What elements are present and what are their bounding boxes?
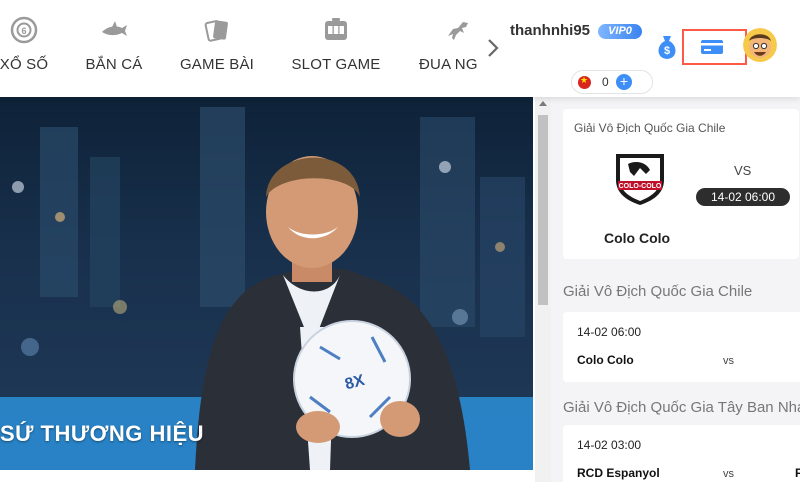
chevron-right-icon[interactable] <box>484 36 502 60</box>
card-button[interactable] <box>682 29 747 65</box>
match-time: 14-02 03:00 <box>577 438 642 452</box>
scroll-up-arrow-icon[interactable] <box>539 101 547 106</box>
shark-icon <box>102 21 127 36</box>
match-card[interactable]: 14-02 03:00 RCD Espanyol vs F <box>563 425 800 482</box>
credit-card-icon <box>701 40 723 54</box>
promo-banner[interactable]: 8X SỨ THƯƠNG HIỆU <box>0 97 533 470</box>
avatar[interactable] <box>743 28 777 62</box>
nav-label: XỔ SỐ <box>0 56 49 73</box>
featured-time: 14-02 06:00 <box>696 188 790 206</box>
vip-badge: VIP0 <box>598 24 642 39</box>
featured-match-card[interactable]: Giải Vô Địch Quốc Gia Chile COLO-COLO VS… <box>563 109 799 259</box>
top-bar: 6 XỔ SỐ BẮN CÁ GAME BÀI SLOT GAME ĐUA NG… <box>0 0 800 97</box>
match-card[interactable]: 14-02 06:00 Colo Colo vs <box>563 312 800 382</box>
section-title: Giải Vô Địch Quốc Gia Chile <box>563 283 753 300</box>
balance-pill: 0 + <box>571 70 653 94</box>
nav-item-xo-so[interactable]: 6 XỔ SỐ <box>0 0 52 97</box>
section-title: Giải Vô Địch Quốc Gia Tây Ban Nha <box>563 399 800 416</box>
match-vs: vs <box>723 468 734 480</box>
featured-vs: VS <box>734 163 752 178</box>
nav-item-ban-ca[interactable]: BẮN CÁ <box>80 0 148 97</box>
crest-text: COLO-COLO <box>619 183 662 190</box>
featured-league: Giải Vô Địch Quốc Gia Chile <box>574 121 726 135</box>
banner-tagline: SỨ THƯƠNG HIỆU <box>0 421 205 446</box>
scrollbar-thumb[interactable] <box>538 115 548 305</box>
banner-illustration: 8X <box>0 107 533 470</box>
nav-item-game-bai[interactable]: GAME BÀI <box>176 0 258 97</box>
racing-horse-icon <box>448 22 468 40</box>
money-bag-icon[interactable]: $ <box>654 33 680 61</box>
svg-text:$: $ <box>664 45 670 57</box>
username: thanhnhi95 <box>510 22 591 39</box>
home-team: RCD Espanyol <box>577 466 660 480</box>
nav-label: BẮN CÁ <box>85 56 143 73</box>
svg-text:6: 6 <box>21 26 26 36</box>
cards-icon <box>204 20 228 42</box>
nav-item-dua-ngua[interactable]: ĐUA NG <box>416 0 478 97</box>
slot-machine-icon <box>325 18 347 40</box>
nav-label: ĐUA NG <box>419 56 478 73</box>
vietnam-flag-icon <box>578 75 591 89</box>
featured-team: Colo Colo <box>604 230 671 246</box>
nav-item-slot-game[interactable]: SLOT GAME <box>286 0 386 97</box>
match-time: 14-02 06:00 <box>577 325 642 339</box>
home-team: Colo Colo <box>577 353 634 367</box>
balance-amount: 0 <box>602 75 609 89</box>
colo-colo-crest-icon: COLO-COLO <box>616 154 664 205</box>
game-nav: 6 XỔ SỐ BẮN CÁ GAME BÀI SLOT GAME ĐUA NG <box>0 0 478 97</box>
lottery-ball-icon: 6 <box>10 16 38 44</box>
match-vs: vs <box>723 355 734 367</box>
nav-label: GAME BÀI <box>179 56 255 73</box>
matches-panel: Giải Vô Địch Quốc Gia Chile COLO-COLO VS… <box>551 97 800 482</box>
deposit-plus-button[interactable]: + <box>616 74 632 90</box>
away-team: F <box>795 466 800 480</box>
nav-label: SLOT GAME <box>291 56 381 73</box>
scrollbar[interactable] <box>535 97 551 482</box>
